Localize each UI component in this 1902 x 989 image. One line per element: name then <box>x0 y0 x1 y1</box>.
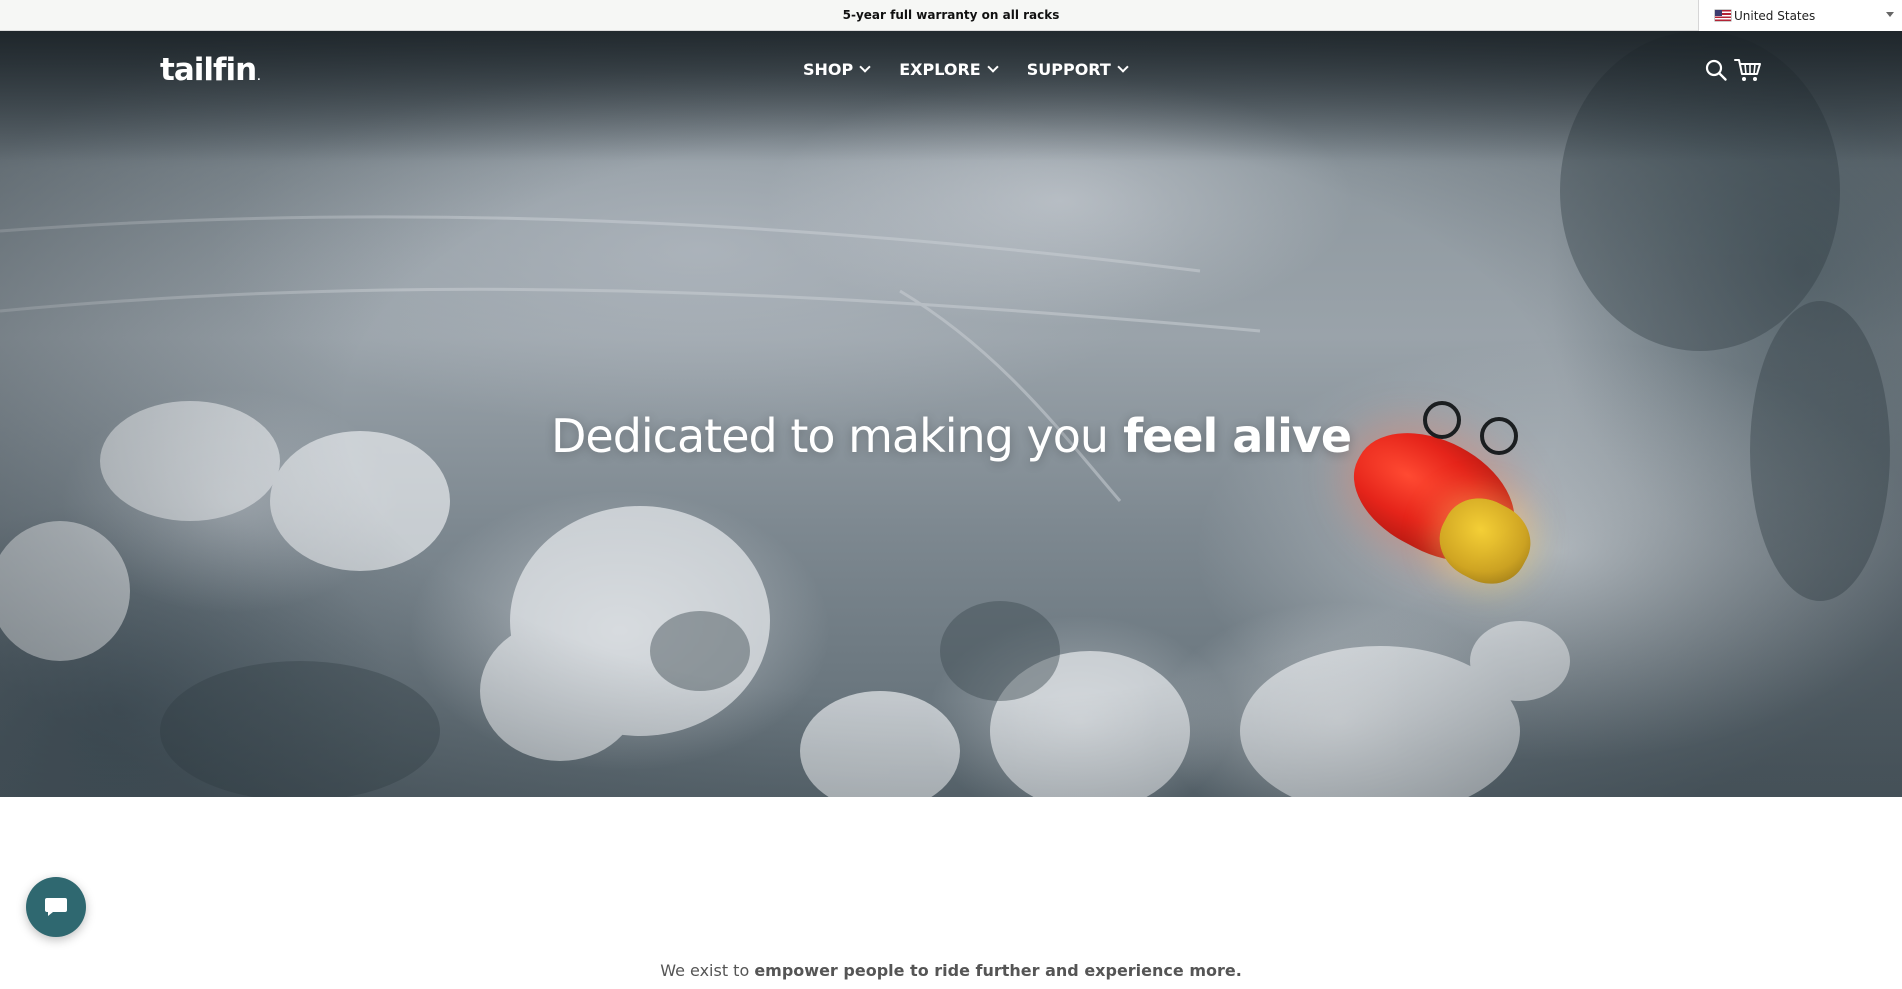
main-nav: SHOP EXPLORE SUPPORT <box>803 56 1129 82</box>
chevron-down-icon <box>1117 60 1129 73</box>
intro-emphasis: empower people to ride further and exper… <box>754 961 1242 980</box>
caret-down-icon <box>1886 12 1894 17</box>
search-icon <box>1705 59 1727 81</box>
cart-button[interactable] <box>1734 58 1762 82</box>
header-shade <box>0 31 1902 161</box>
announcement-bar: 5-year full warranty on all racks United… <box>0 0 1902 31</box>
chevron-down-icon <box>987 60 999 73</box>
announcement-text: 5-year full warranty on all racks <box>842 8 1060 22</box>
logo-text: tailfin <box>160 52 257 88</box>
chat-button[interactable] <box>26 877 86 937</box>
intro-lead: We exist to <box>660 961 750 980</box>
nav-shop[interactable]: SHOP <box>803 56 871 82</box>
headline-light: Dedicated to making you <box>550 409 1109 463</box>
country-selector[interactable]: United States <box>1698 0 1902 31</box>
nav-explore-label: EXPLORE <box>899 59 981 79</box>
us-flag-icon <box>1715 10 1731 21</box>
nav-shop-label: SHOP <box>803 59 854 79</box>
logo-mark: . <box>257 73 261 83</box>
nav-support-label: SUPPORT <box>1026 59 1111 79</box>
chevron-down-icon <box>859 60 871 73</box>
headline-bold: feel alive <box>1123 409 1352 463</box>
hero-headline: Dedicated to making you feel alive <box>0 404 1902 468</box>
intro-tagline: We exist to empower people to ride furth… <box>0 960 1902 982</box>
chat-bubble-icon <box>45 898 67 916</box>
search-button[interactable] <box>1704 58 1728 82</box>
nav-explore[interactable]: EXPLORE <box>899 56 999 82</box>
country-label: United States <box>1734 8 1816 23</box>
tailfin-logo[interactable]: tailfin. <box>160 50 261 90</box>
cart-icon <box>1734 59 1761 81</box>
nav-support[interactable]: SUPPORT <box>1026 56 1129 82</box>
